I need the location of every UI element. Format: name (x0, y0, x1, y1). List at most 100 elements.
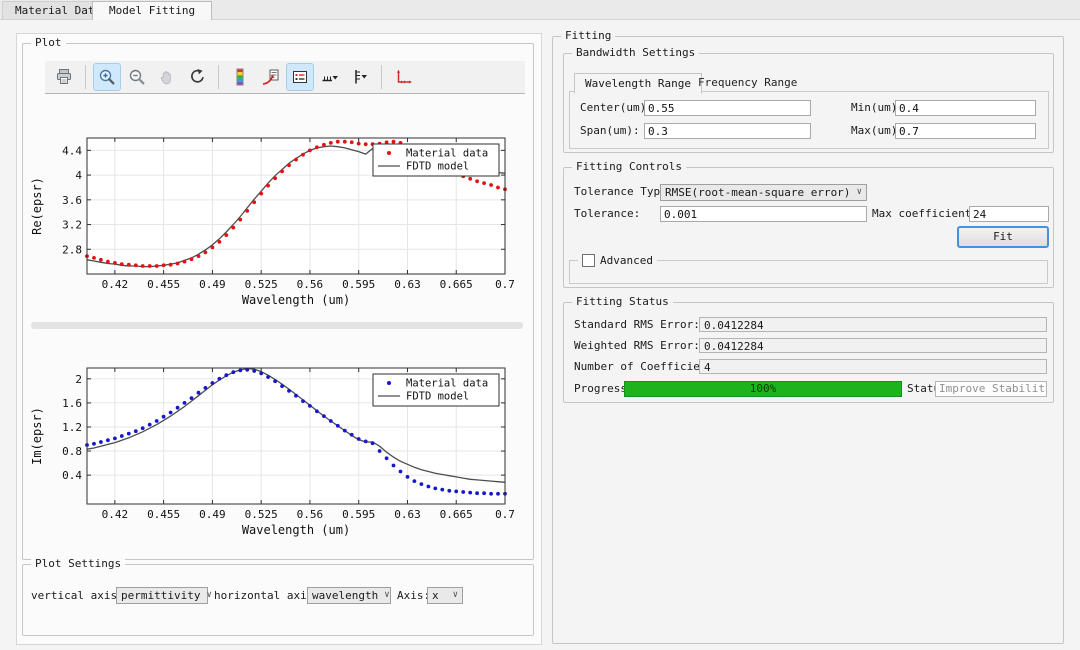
max-coefficients-label: Max coefficients: (872, 207, 985, 220)
svg-text:0.42: 0.42 (102, 278, 129, 291)
svg-text:1.2: 1.2 (62, 421, 82, 434)
vertical-axis-label: vertical axis: (31, 589, 124, 602)
zoom-in-button[interactable] (93, 63, 121, 91)
svg-text:3.2: 3.2 (62, 219, 82, 232)
tolerance-label: Tolerance: (574, 207, 641, 220)
svg-text:1.6: 1.6 (62, 397, 82, 410)
tab-model-fitting[interactable]: Model Fitting (92, 1, 213, 20)
vertical-axis-select[interactable]: permittivity ∨ (116, 587, 212, 604)
span-label: Span(um): (580, 124, 640, 137)
svg-text:0.665: 0.665 (440, 508, 473, 521)
legend-toggle-button[interactable] (286, 63, 314, 91)
legend-icon (293, 71, 307, 83)
zoom-in-icon (99, 69, 115, 85)
axes-autoscale-button[interactable] (389, 63, 417, 91)
fitting-controls-group: Fitting Controls Tolerance Type: RMSE(ro… (563, 160, 1054, 288)
toolbar-separator (85, 65, 86, 89)
weighted-rms-value: 0.0412284 (699, 338, 1047, 353)
svg-text:Wavelength (um): Wavelength (um) (242, 293, 350, 307)
svg-text:0.7: 0.7 (495, 278, 515, 291)
zoom-out-icon (129, 69, 145, 85)
svg-text:4: 4 (75, 169, 82, 182)
plot-panel: Plot 0.42 0.455 0.49 0.525 0.56 0.595 0.… (16, 33, 542, 645)
axis-select[interactable]: x ∨ (427, 587, 463, 604)
plot-settings-group: Plot Settings vertical axis: permittivit… (22, 557, 534, 636)
svg-text:0.455: 0.455 (147, 278, 180, 291)
pan-button[interactable] (153, 63, 181, 91)
tolerance-type-label: Tolerance Type: (574, 185, 674, 198)
fitting-group-title: Fitting (561, 29, 616, 43)
svg-text:2.8: 2.8 (62, 243, 82, 256)
span-input[interactable] (644, 123, 811, 139)
svg-text:Re(epsr): Re(epsr) (30, 177, 44, 235)
re-epsr-chart[interactable]: 0.42 0.455 0.49 0.525 0.56 0.595 0.63 0.665 0.7 2… (27, 128, 531, 314)
bandwidth-settings-group: Bandwidth Settings Wavelength Range Freq… (563, 46, 1054, 153)
status-value: Improve Stability (935, 381, 1047, 397)
colormap-button[interactable] (226, 63, 254, 91)
axis-label: Axis: (397, 589, 431, 602)
axes-autoscale-icon (397, 69, 412, 84)
svg-text:0.63: 0.63 (394, 508, 421, 521)
horizontal-axis-select[interactable]: wavelength ∨ (307, 587, 391, 604)
tab-wavelength-range[interactable]: Wavelength Range (574, 73, 702, 94)
advanced-checkbox[interactable] (582, 254, 595, 267)
pan-hand-icon (160, 71, 171, 85)
chevron-down-icon: ∨ (384, 590, 390, 600)
plot-group-title: Plot (31, 36, 66, 50)
zoom-out-button[interactable] (123, 63, 151, 91)
weighted-rms-label: Weighted RMS Error: (574, 339, 700, 352)
data-cursor-button[interactable] (256, 63, 284, 91)
fit-button[interactable]: Fit (957, 226, 1049, 248)
toolbar-separator (381, 65, 382, 89)
y-axis-menu-button[interactable] (346, 63, 374, 91)
x-axis-menu-button[interactable] (316, 63, 344, 91)
num-coefficients-value: 4 (699, 359, 1047, 374)
standard-rms-label: Standard RMS Error: (574, 318, 700, 331)
svg-text:0.8: 0.8 (62, 445, 82, 458)
bandwidth-content: Center(um): Min(um): Span(um): Max(um): (569, 91, 1049, 149)
svg-text:Material data: Material data (406, 148, 488, 160)
advanced-label: Advanced (600, 254, 653, 267)
status-value-text: Improve Stability (939, 382, 1047, 395)
advanced-group: Advanced (569, 253, 1048, 284)
max-input[interactable] (895, 123, 1036, 139)
svg-text:Material data: Material data (406, 378, 488, 390)
svg-text:0.4: 0.4 (62, 469, 82, 482)
x-axis-icon (322, 76, 338, 82)
svg-text:3.6: 3.6 (62, 194, 82, 207)
plot-splitter[interactable] (31, 322, 523, 329)
print-icon (57, 69, 71, 84)
progress-text: 100% (749, 382, 777, 395)
svg-text:0.525: 0.525 (245, 508, 278, 521)
svg-text:Im(epsr): Im(epsr) (30, 407, 44, 465)
svg-text:0.63: 0.63 (394, 278, 421, 291)
plot-group: Plot 0.42 0.455 0.49 0.525 0.56 0.595 0.… (22, 36, 534, 560)
material-fitting-window: Material Data Model Fitting Plot 0.42 0.… (0, 0, 1080, 650)
print-button[interactable] (50, 63, 78, 91)
tab-frequency-range[interactable]: Frequency Range (688, 73, 807, 92)
toolbar-separator (218, 65, 219, 89)
svg-text:FDTD model: FDTD model (406, 161, 469, 173)
svg-text:Wavelength (um): Wavelength (um) (242, 523, 350, 537)
svg-text:0.665: 0.665 (440, 278, 473, 291)
axis-value: x (432, 589, 439, 602)
center-input[interactable] (644, 100, 811, 116)
chevron-down-icon: ∨ (452, 590, 458, 600)
max-coefficients-input[interactable] (969, 206, 1049, 222)
tolerance-type-value: RMSE(root-mean-square error) (665, 186, 851, 199)
reset-view-icon (191, 69, 204, 83)
tolerance-input[interactable] (660, 206, 867, 222)
svg-text:0.56: 0.56 (297, 508, 324, 521)
progress-bar: 100% (624, 381, 902, 397)
svg-text:0.595: 0.595 (342, 508, 375, 521)
svg-text:0.49: 0.49 (199, 508, 226, 521)
plot-settings-title: Plot Settings (31, 557, 126, 571)
svg-text:0.595: 0.595 (342, 278, 375, 291)
min-input[interactable] (895, 100, 1036, 116)
reset-view-button[interactable] (183, 63, 211, 91)
center-label: Center(um): (580, 101, 653, 114)
tolerance-type-select[interactable]: RMSE(root-mean-square error) ∨ (660, 184, 867, 201)
im-epsr-chart[interactable]: 0.42 0.455 0.49 0.525 0.56 0.595 0.63 0.665 0.7 0… (27, 358, 531, 544)
fitting-status-group: Fitting Status Standard RMS Error: 0.041… (563, 295, 1054, 403)
main-tabbar: Material Data Model Fitting (0, 0, 1080, 20)
